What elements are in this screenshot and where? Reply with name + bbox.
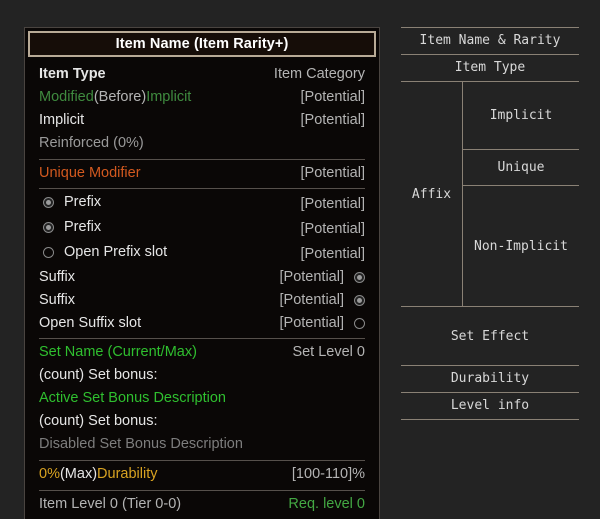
prefix-open-radio-icon (43, 247, 54, 258)
panel-cell-implicit: Implicit (463, 82, 579, 150)
affix-group: Affix Implicit Unique Non-Implicit (401, 82, 579, 306)
item-category-label: Item Category (273, 66, 365, 82)
implicit-label-1: Implicit (39, 112, 85, 128)
prefix-row-0[interactable]: Prefix [Potential] (39, 191, 365, 216)
set-bonus-active-row: Active Set Bonus Description (39, 387, 365, 410)
item-type-label: Item Type (39, 66, 106, 82)
suffix-row-0[interactable]: Suffix [Potential] (39, 266, 365, 289)
panel-label-item-type: Item Type (454, 60, 526, 75)
durability-label: Durability (97, 466, 158, 482)
separator-after-durability (39, 490, 365, 491)
panel-rule-bottom (401, 419, 579, 420)
suffix-open-radio-icon (354, 318, 365, 329)
durability-range-label: [100-110]% (291, 466, 365, 482)
required-level-label: Req. level 0 (288, 496, 365, 512)
prefix-potential-1: [Potential] (300, 221, 366, 237)
item-level-label: Item Level 0 (Tier 0-0) (39, 496, 182, 512)
separator-after-set (39, 460, 365, 461)
implicit-name-label: Implicit (146, 89, 192, 105)
set-bonus-count-row-1: (count) Set bonus: (39, 364, 365, 387)
suffix-potential-0: [Potential] (279, 269, 345, 285)
implicit-potential-0: [Potential] (300, 89, 366, 105)
panel-label-durability-cell: Durability (401, 366, 579, 392)
screen: Item Name (Item Rarity+) Item Type Item … (0, 0, 600, 519)
panel-label-unique: Unique (497, 160, 545, 175)
prefix-row-2[interactable]: Open Prefix slot [Potential] (39, 241, 365, 266)
tooltip-body: Item Type Item Category Modified (Before)… (25, 63, 379, 516)
unique-modifier-row: Unique Modifier [Potential] (39, 162, 365, 185)
set-bonus-count-label-2: (count) Set bonus: (39, 413, 158, 429)
prefix-label-0: Prefix (64, 194, 102, 210)
prefix-label-2: Open Prefix slot (64, 244, 168, 260)
implicit-modified-label: Modified (39, 89, 94, 105)
prefix-potential-2: [Potential] (300, 246, 366, 262)
suffix-label-2: Open Suffix slot (39, 315, 142, 331)
panel-label-item-name-rarity: Item Name & Rarity (419, 33, 561, 48)
durability-row: 0% (Max) Durability [100-110]% (39, 463, 365, 486)
panel-cell-unique: Unique (463, 150, 579, 186)
prefix-filled-radio-icon (43, 197, 54, 208)
item-name-title: Item Name (Item Rarity+) (115, 36, 289, 52)
implicit-before-label: (Before) (93, 89, 147, 105)
set-bonus-active-label: Active Set Bonus Description (39, 390, 226, 406)
set-name-row: Set Name (Current/Max) Set Level 0 (39, 341, 365, 364)
suffix-potential-1: [Potential] (279, 292, 345, 308)
panel-cell-non-implicit: Non-Implicit (463, 186, 579, 306)
separator-after-implicit (39, 159, 365, 160)
implicit-row-modified: Modified (Before) Implicit [Potential] (39, 86, 365, 109)
item-type-row: Item Type Item Category (39, 63, 365, 86)
affix-label-cell: Affix (401, 82, 463, 306)
panel-label-non-implicit: Non-Implicit (474, 238, 568, 254)
suffix-filled-radio-icon (354, 295, 365, 306)
prefix-filled-radio-icon (43, 222, 54, 233)
set-name-label: Set Name (Current/Max) (39, 344, 197, 360)
suffix-label-0: Suffix (39, 269, 76, 285)
prefix-row-1[interactable]: Prefix [Potential] (39, 216, 365, 241)
set-bonus-disabled-label: Disabled Set Bonus Description (39, 436, 243, 452)
unique-modifier-label: Unique Modifier (39, 165, 141, 181)
set-level-label: Set Level 0 (292, 344, 365, 360)
panel-label-durability: Durability (450, 371, 530, 386)
suffix-filled-radio-icon (354, 272, 365, 283)
suffix-row-2[interactable]: Open Suffix slot [Potential] (39, 312, 365, 335)
panel-label-set-effect: Set Effect (450, 328, 530, 344)
prefix-label-1: Prefix (64, 219, 102, 235)
panel-label-implicit: Implicit (489, 108, 553, 123)
suffix-row-1[interactable]: Suffix [Potential] (39, 289, 365, 312)
durability-max-label: (Max) (59, 466, 98, 482)
panel-label-level-info-cell: Level info (401, 393, 579, 419)
reinforced-label: Reinforced (0%) (39, 135, 144, 151)
panel-label-level-info: Level info (450, 398, 530, 413)
prefix-potential-0: [Potential] (300, 196, 366, 212)
annotation-panel: Item Name & Rarity Item Type Affix Impli… (401, 27, 579, 420)
suffix-label-1: Suffix (39, 292, 76, 308)
set-bonus-count-label-1: (count) Set bonus: (39, 367, 158, 383)
panel-label-affix: Affix (411, 186, 452, 202)
separator-after-affixes (39, 338, 365, 339)
separator-after-unique (39, 188, 365, 189)
implicit-row-plain: Implicit [Potential] (39, 109, 365, 132)
set-bonus-count-row-2: (count) Set bonus: (39, 410, 365, 433)
tooltip-title-bar: Item Name (Item Rarity+) (28, 31, 376, 57)
suffix-potential-2: [Potential] (279, 315, 345, 331)
set-bonus-disabled-row: Disabled Set Bonus Description (39, 433, 365, 456)
item-tooltip: Item Name (Item Rarity+) Item Type Item … (24, 27, 380, 519)
durability-percent-label: 0% (39, 466, 60, 482)
panel-cell-set-effect: Set Effect (401, 307, 579, 365)
item-level-row: Item Level 0 (Tier 0-0) Req. level 0 (39, 493, 365, 516)
implicit-potential-1: [Potential] (300, 112, 366, 128)
unique-modifier-potential: [Potential] (300, 165, 366, 181)
affix-subgroups: Implicit Unique Non-Implicit (463, 82, 579, 306)
reinforced-row: Reinforced (0%) (39, 132, 365, 155)
